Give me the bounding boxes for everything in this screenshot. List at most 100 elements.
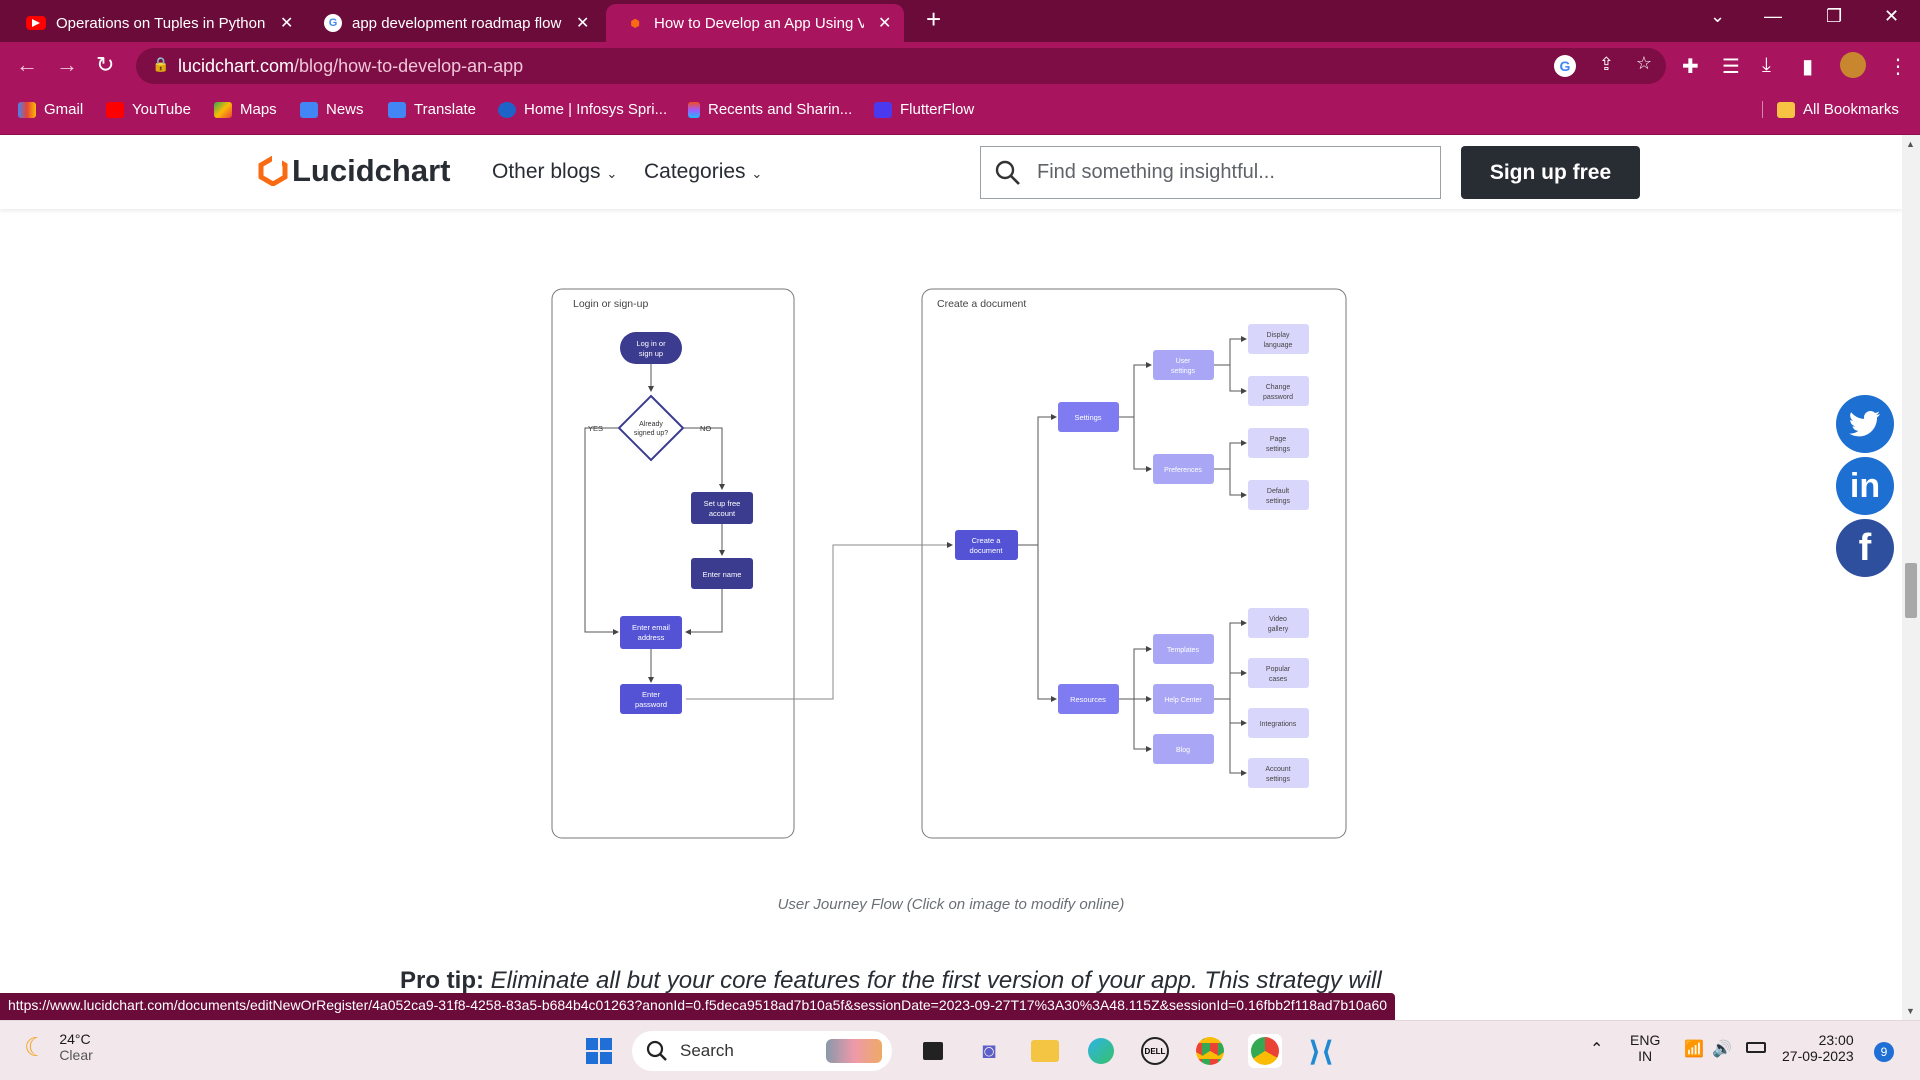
node-change-password: Change password (1248, 376, 1309, 406)
page-scrollbar[interactable]: ▲ ▼ (1902, 135, 1920, 1020)
linkedin-icon[interactable]: in (1836, 457, 1894, 515)
vscode-icon[interactable]: ⟩⟨ (1304, 1034, 1338, 1068)
twitter-icon[interactable] (1836, 395, 1894, 453)
infosys-icon (498, 101, 516, 118)
dell-icon[interactable]: DELL (1138, 1034, 1172, 1068)
folder-icon (1777, 101, 1795, 118)
weather-desc: Clear (59, 1047, 93, 1063)
reload-icon[interactable]: ↻ (96, 52, 114, 78)
language-indicator[interactable]: ENG IN (1630, 1032, 1660, 1064)
browser-toolbar: ← → ↻ 🔒 lucidchart.com/blog/how-to-devel… (0, 42, 1920, 90)
volume-icon[interactable]: 🔊 (1712, 1039, 1732, 1059)
close-icon[interactable]: ✕ (878, 13, 891, 33)
download-icon[interactable]: ⤓ (1762, 54, 1771, 77)
node-blog: Blog (1153, 734, 1214, 764)
bookmark-flutterflow[interactable]: FlutterFlow (874, 101, 974, 118)
bookmark-youtube[interactable]: YouTube (106, 101, 191, 118)
nav-categories[interactable]: Categories ⌄ (644, 160, 762, 184)
scrollbar-thumb[interactable] (1905, 563, 1917, 618)
notification-badge[interactable]: 9 (1874, 1042, 1894, 1062)
tab-search-icon[interactable]: ⌄ (1710, 6, 1725, 27)
edge-icon[interactable] (1084, 1034, 1118, 1068)
svg-text:Change: Change (1266, 384, 1291, 391)
google-lens-icon[interactable]: G (1554, 55, 1576, 77)
bookmark-infosys[interactable]: Home | Infosys Spri... (498, 101, 667, 118)
share-icon[interactable]: ⇪ (1599, 54, 1614, 75)
sign-up-button[interactable]: Sign up free (1461, 146, 1640, 199)
tray-overflow-icon[interactable]: ⌃ (1590, 1039, 1603, 1059)
svg-text:Integrations: Integrations (1260, 721, 1297, 728)
search-input[interactable]: Find something insightful... (980, 146, 1441, 199)
chevron-down-icon: ⌄ (751, 166, 763, 181)
chrome-icon[interactable] (1193, 1034, 1227, 1068)
svg-text:account: account (709, 509, 736, 518)
bookmark-news[interactable]: News (300, 101, 364, 118)
new-tab-button[interactable]: + (926, 4, 941, 35)
node-popular-cases: Popular cases (1248, 658, 1309, 688)
node-preferences: Preferences (1153, 454, 1214, 484)
user-journey-diagram[interactable]: Login or sign-up Create a document YES N… (550, 287, 1350, 847)
all-bookmarks[interactable]: All Bookmarks (1762, 101, 1899, 118)
profile-avatar[interactable] (1840, 52, 1866, 78)
address-bar[interactable]: 🔒 lucidchart.com/blog/how-to-develop-an-… (136, 48, 1666, 84)
scroll-up-icon[interactable]: ▲ (1906, 139, 1915, 149)
node-help-center: Help Center (1153, 684, 1214, 714)
tab-2-title: app development roadmap flow (352, 14, 562, 32)
bookmarks-bar: Gmail YouTube Maps News Translate Home |… (0, 90, 1920, 135)
taskbar-search[interactable]: Search (632, 1031, 892, 1071)
facebook-icon[interactable]: f (1836, 519, 1894, 577)
tab-2[interactable]: G app development roadmap flow ✕ (304, 4, 602, 42)
lucidchart-logo[interactable]: Lucidchart (258, 153, 450, 189)
svg-text:Display: Display (1267, 332, 1290, 339)
nav-other-blogs[interactable]: Other blogs ⌄ (492, 160, 617, 184)
tab-1[interactable]: Operations on Tuples in Python ✕ (6, 4, 304, 42)
svg-text:Blog: Blog (1176, 747, 1190, 754)
scroll-down-icon[interactable]: ▼ (1906, 1006, 1915, 1016)
minimize-icon[interactable]: — (1764, 6, 1782, 27)
windows-start-icon[interactable] (582, 1034, 616, 1068)
file-explorer-icon[interactable] (1028, 1034, 1062, 1068)
chrome-profile-icon[interactable] (1248, 1034, 1282, 1068)
tab-3[interactable]: ⬢ How to Develop an App Using V ✕ (606, 4, 904, 42)
menu-icon[interactable]: ⋮ (1888, 54, 1908, 79)
media-icon[interactable]: ☰ (1722, 54, 1740, 79)
svg-text:sign up: sign up (639, 349, 663, 358)
svg-text:settings: settings (1266, 446, 1291, 453)
no-label: NO (700, 424, 711, 433)
restore-icon[interactable]: ❐ (1826, 6, 1842, 27)
svg-text:Resources: Resources (1070, 695, 1106, 704)
bookmark-star-icon[interactable]: ☆ (1636, 53, 1652, 74)
battery-icon[interactable] (1746, 1042, 1766, 1053)
sidepanel-icon[interactable]: ▮ (1802, 54, 1813, 79)
extensions-icon[interactable]: ✚ (1682, 54, 1699, 79)
flutterflow-icon (874, 101, 892, 118)
weather-widget[interactable]: ☾ 24°C Clear (24, 1031, 93, 1063)
node-display-language: Display language (1248, 324, 1309, 354)
bookmark-gmail[interactable]: Gmail (18, 101, 83, 118)
windows-taskbar: ☾ 24°C Clear Search ◙ DELL ⟩⟨ ⌃ ENG IN 📶 … (0, 1020, 1920, 1080)
forward-icon[interactable]: → (56, 52, 78, 78)
news-icon (300, 101, 318, 118)
bookmark-figma[interactable]: Recents and Sharin... (688, 101, 852, 118)
svg-text:Already: Already (639, 421, 663, 428)
teams-chat-icon[interactable]: ◙ (972, 1034, 1006, 1068)
chevron-down-icon: ⌄ (606, 166, 618, 181)
wifi-icon[interactable]: 📶 (1684, 1039, 1704, 1059)
window-close-icon[interactable]: ✕ (1884, 6, 1899, 27)
task-view-icon[interactable] (916, 1034, 950, 1068)
svg-text:Create a: Create a (972, 536, 1002, 545)
tab-bar: Operations on Tuples in Python ✕ G app d… (0, 0, 1920, 42)
back-icon[interactable]: ← (16, 52, 38, 78)
bookmark-maps[interactable]: Maps (214, 101, 277, 118)
svg-text:Enter: Enter (642, 690, 660, 699)
close-icon[interactable]: ✕ (576, 13, 589, 33)
clock[interactable]: 23:00 27-09-2023 (1782, 1032, 1854, 1064)
node-settings: Settings (1058, 402, 1119, 432)
lucidchart-icon: ⬢ (630, 17, 640, 30)
node-resources: Resources (1058, 684, 1119, 714)
close-icon[interactable]: ✕ (280, 13, 293, 33)
svg-text:Settings: Settings (1074, 413, 1101, 422)
bookmark-translate[interactable]: Translate (388, 101, 476, 118)
svg-text:settings: settings (1171, 368, 1196, 375)
node-video-gallery: Video gallery (1248, 608, 1309, 638)
